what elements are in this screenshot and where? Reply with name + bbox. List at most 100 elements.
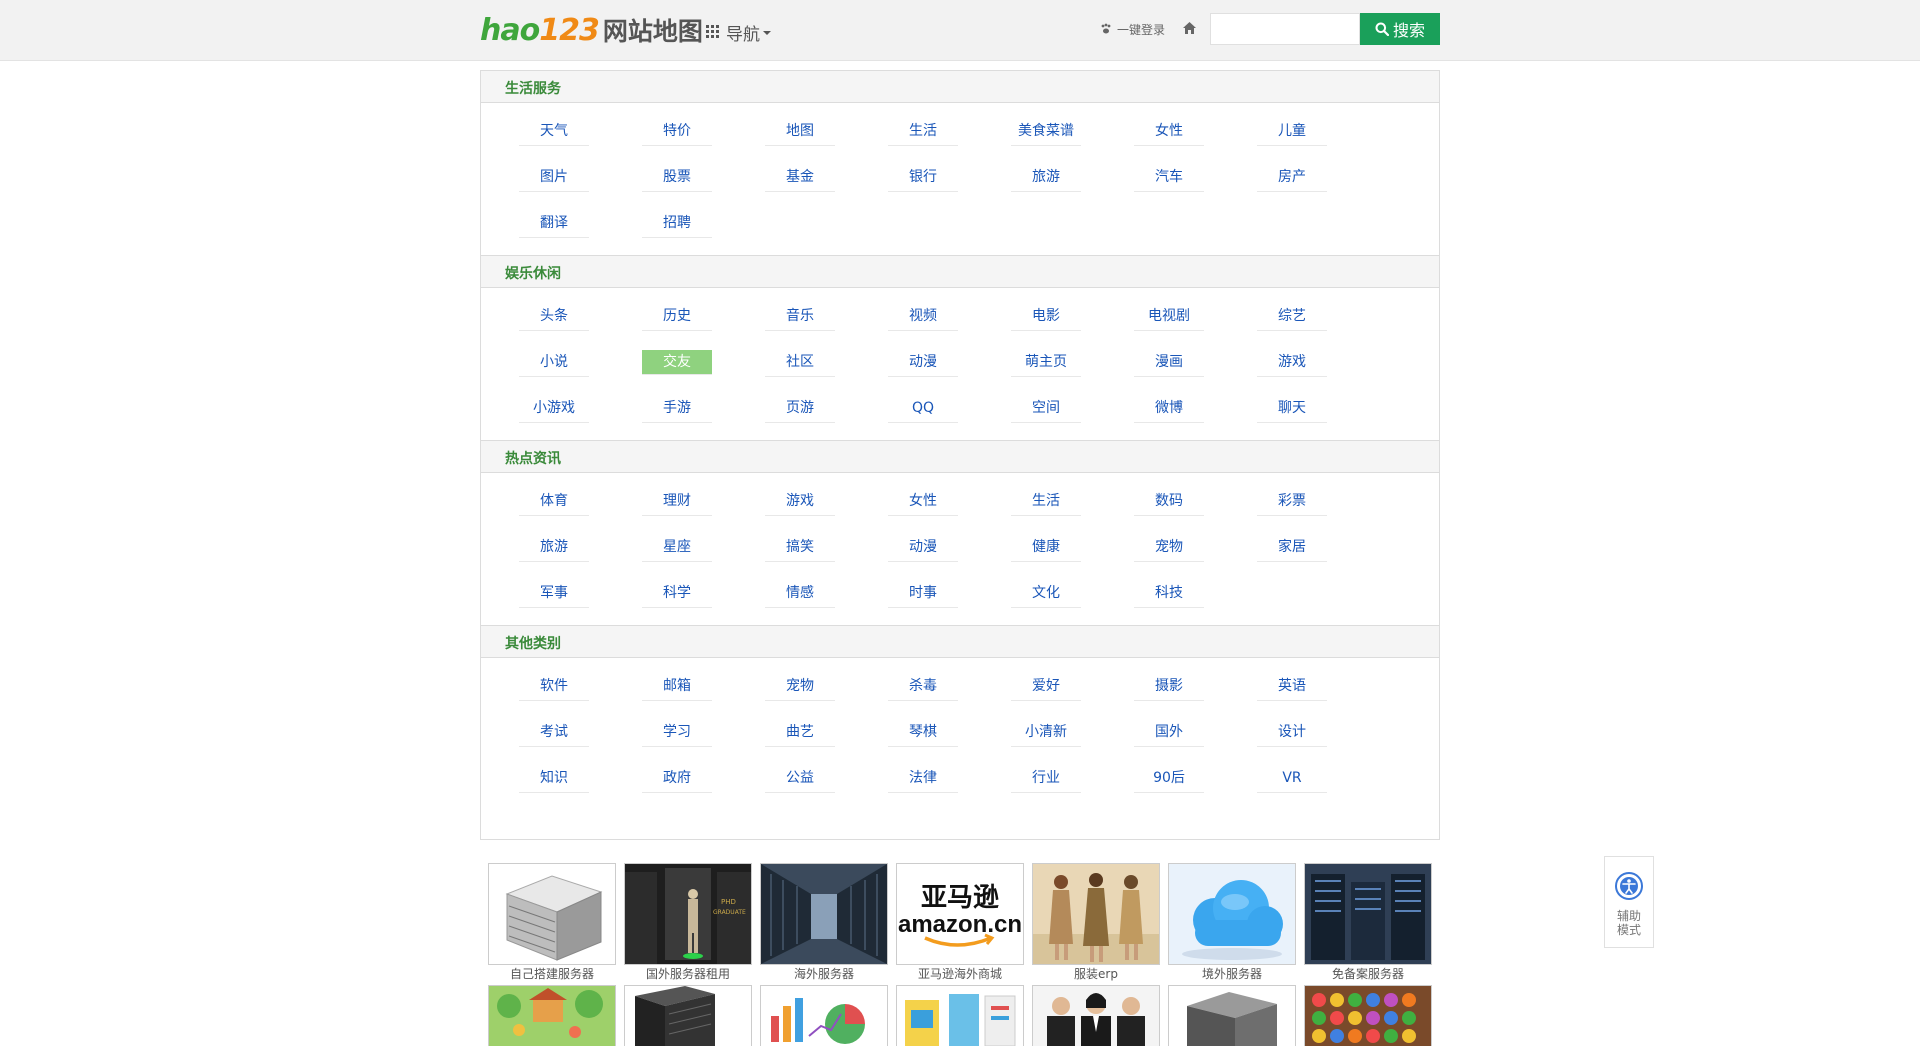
gallery-tile[interactable]: PHD GRADUATE 国外服务器租用	[624, 863, 752, 982]
category-link[interactable]: 曲艺	[765, 718, 835, 747]
category-link[interactable]: 页游	[765, 394, 835, 423]
gallery-tile[interactable]	[1304, 985, 1432, 1046]
category-link[interactable]: 科学	[642, 579, 712, 608]
category-link[interactable]: 学习	[642, 718, 712, 747]
category-link[interactable]: QQ	[888, 394, 958, 423]
category-link[interactable]: 90后	[1134, 764, 1204, 793]
category-link[interactable]: 股票	[642, 163, 712, 192]
category-link[interactable]: 时事	[888, 579, 958, 608]
category-link[interactable]: 搞笑	[765, 533, 835, 562]
category-link[interactable]: 美食菜谱	[1011, 117, 1081, 146]
category-link[interactable]: 星座	[642, 533, 712, 562]
gallery-tile[interactable]: 海外服务器	[760, 863, 888, 982]
category-link[interactable]: 社区	[765, 348, 835, 377]
category-link[interactable]: 软件	[519, 672, 589, 701]
category-link[interactable]: 生活	[888, 117, 958, 146]
search-input[interactable]	[1210, 13, 1360, 45]
gallery-tile[interactable]	[1032, 985, 1160, 1046]
gallery-tile[interactable]: 自己搭建服务器	[488, 863, 616, 982]
category-link[interactable]: 儿童	[1257, 117, 1327, 146]
category-link[interactable]: 聊天	[1257, 394, 1327, 423]
category-link[interactable]: 旅游	[1011, 163, 1081, 192]
category-link[interactable]: 历史	[642, 302, 712, 331]
category-link[interactable]: 萌主页	[1011, 348, 1081, 377]
category-link[interactable]: 交友	[642, 350, 712, 375]
gallery-tile[interactable]: 免备案服务器	[1304, 863, 1432, 982]
category-link[interactable]: 天气	[519, 117, 589, 146]
category-link[interactable]: 公益	[765, 764, 835, 793]
category-link[interactable]: 健康	[1011, 533, 1081, 562]
category-link[interactable]: 琴棋	[888, 718, 958, 747]
category-link[interactable]: 基金	[765, 163, 835, 192]
home-icon[interactable]	[1182, 21, 1197, 36]
category-link[interactable]: 法律	[888, 764, 958, 793]
category-link[interactable]: 邮箱	[642, 672, 712, 701]
category-link[interactable]: 微博	[1134, 394, 1204, 423]
gallery-tile[interactable]	[1168, 985, 1296, 1046]
category-link[interactable]: 家居	[1257, 533, 1327, 562]
category-link[interactable]: 生活	[1011, 487, 1081, 516]
category-link[interactable]: 行业	[1011, 764, 1081, 793]
category-link[interactable]: 设计	[1257, 718, 1327, 747]
category-link[interactable]: 翻译	[519, 209, 589, 238]
nav-dropdown[interactable]: 导航	[706, 20, 771, 45]
category-link[interactable]: 国外	[1134, 718, 1204, 747]
category-link[interactable]: 旅游	[519, 533, 589, 562]
gallery-tile[interactable]	[896, 985, 1024, 1046]
category-link[interactable]: 女性	[1134, 117, 1204, 146]
category-link[interactable]: 房产	[1257, 163, 1327, 192]
category-link[interactable]: 汽车	[1134, 163, 1204, 192]
category-link[interactable]: 小说	[519, 348, 589, 377]
category-link[interactable]: 招聘	[642, 209, 712, 238]
category-link[interactable]: 电视剧	[1134, 302, 1204, 331]
category-link[interactable]: 摄影	[1134, 672, 1204, 701]
category-link[interactable]: 漫画	[1134, 348, 1204, 377]
category-link[interactable]: 图片	[519, 163, 589, 192]
gallery-tile[interactable]: 境外服务器	[1168, 863, 1296, 982]
gallery-tile[interactable]	[488, 985, 616, 1046]
category-link[interactable]: 考试	[519, 718, 589, 747]
category-link[interactable]: VR	[1257, 764, 1327, 793]
category-link[interactable]: 文化	[1011, 579, 1081, 608]
category-link[interactable]: 杀毒	[888, 672, 958, 701]
category-link[interactable]: 动漫	[888, 533, 958, 562]
category-link[interactable]: 情感	[765, 579, 835, 608]
section-life-services: 生活服务 天气 特价 地图 生活 美食菜谱 女性 儿童 图片 股票 基金 银行 旅游 汽车 房产 翻译 招聘	[481, 71, 1439, 255]
category-link[interactable]: 英语	[1257, 672, 1327, 701]
category-link[interactable]: 银行	[888, 163, 958, 192]
category-link[interactable]: 小游戏	[519, 394, 589, 423]
category-link[interactable]: 政府	[642, 764, 712, 793]
category-link[interactable]: 宠物	[765, 672, 835, 701]
category-link[interactable]: 彩票	[1257, 487, 1327, 516]
category-link[interactable]: 手游	[642, 394, 712, 423]
search-button[interactable]: 搜索	[1360, 13, 1440, 45]
category-link[interactable]: 地图	[765, 117, 835, 146]
category-link[interactable]: 理财	[642, 487, 712, 516]
gallery-tile[interactable]: 服装erp	[1032, 863, 1160, 982]
category-link[interactable]: 视频	[888, 302, 958, 331]
category-link[interactable]: 音乐	[765, 302, 835, 331]
category-link[interactable]: 军事	[519, 579, 589, 608]
category-link[interactable]: 体育	[519, 487, 589, 516]
category-link[interactable]: 知识	[519, 764, 589, 793]
category-link[interactable]: 数码	[1134, 487, 1204, 516]
category-link[interactable]: 小清新	[1011, 718, 1081, 747]
gallery-tile[interactable]: 亚马逊 amazon.cn 亚马逊海外商城	[896, 863, 1024, 982]
gallery-tile[interactable]	[624, 985, 752, 1046]
category-link[interactable]: 特价	[642, 117, 712, 146]
category-link[interactable]: 空间	[1011, 394, 1081, 423]
category-link[interactable]: 科技	[1134, 579, 1204, 608]
hao123-logo[interactable]: hao 123 网站地图	[480, 12, 703, 48]
category-link[interactable]: 游戏	[765, 487, 835, 516]
category-link[interactable]: 宠物	[1134, 533, 1204, 562]
category-link[interactable]: 电影	[1011, 302, 1081, 331]
one-click-login[interactable]: 一键登录	[1100, 19, 1165, 39]
category-link[interactable]: 动漫	[888, 348, 958, 377]
category-link[interactable]: 游戏	[1257, 348, 1327, 377]
category-link[interactable]: 综艺	[1257, 302, 1327, 331]
assist-mode-button[interactable]: 辅助 模式	[1604, 856, 1654, 948]
gallery-tile[interactable]	[760, 985, 888, 1046]
category-link[interactable]: 爱好	[1011, 672, 1081, 701]
category-link[interactable]: 头条	[519, 302, 589, 331]
category-link[interactable]: 女性	[888, 487, 958, 516]
